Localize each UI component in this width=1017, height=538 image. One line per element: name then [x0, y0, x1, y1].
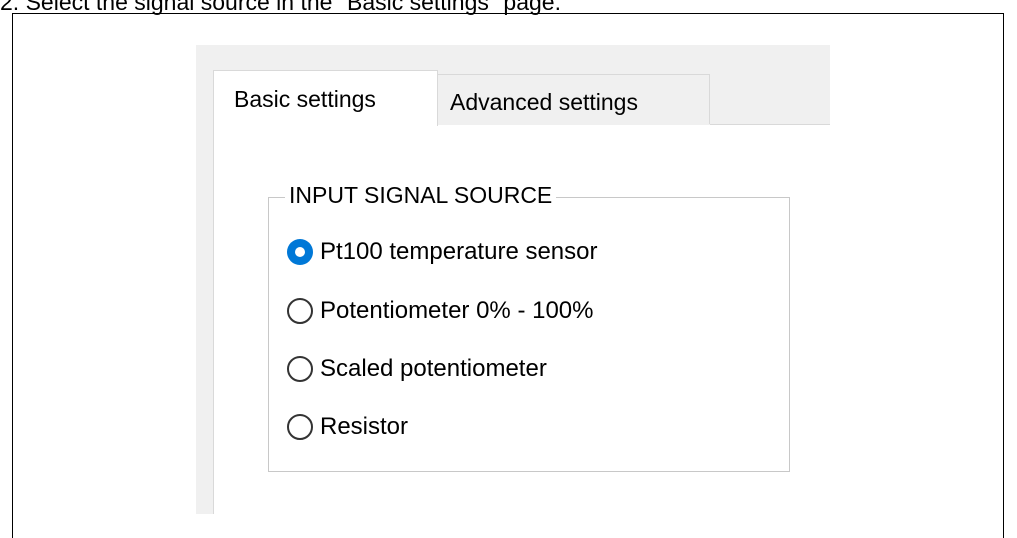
radio-option-scaled-potentiometer[interactable]: Scaled potentiometer [287, 353, 547, 385]
screenshot-page: 2. Select the signal source in the "Basi… [0, 0, 1017, 538]
radio-option-pt100[interactable]: Pt100 temperature sensor [287, 236, 598, 268]
radio-label-potentiometer: Potentiometer 0% - 100% [320, 297, 594, 324]
basic-settings-panel: INPUT SIGNAL SOURCE Pt100 temperature se… [213, 125, 830, 514]
radio-label-scaled-potentiometer: Scaled potentiometer [320, 355, 547, 382]
input-signal-source-group: INPUT SIGNAL SOURCE Pt100 temperature se… [268, 180, 790, 472]
tab-advanced-settings[interactable]: Advanced settings [438, 74, 710, 124]
radio-option-potentiometer[interactable]: Potentiometer 0% - 100% [287, 295, 593, 327]
radio-checked-icon[interactable] [287, 239, 313, 265]
settings-dialog: Basic settings Advanced settings INPUT S… [196, 45, 830, 514]
radio-option-resistor[interactable]: Resistor [287, 411, 408, 443]
tab-basic-settings[interactable]: Basic settings [213, 70, 438, 126]
radio-unchecked-icon[interactable] [287, 298, 313, 324]
tab-strip: Basic settings Advanced settings [213, 70, 830, 126]
radio-unchecked-icon[interactable] [287, 414, 313, 440]
group-title: INPUT SIGNAL SOURCE [285, 180, 557, 210]
radio-label-resistor: Resistor [320, 413, 409, 440]
radio-label-pt100: Pt100 temperature sensor [320, 238, 598, 265]
radio-unchecked-icon[interactable] [287, 356, 313, 382]
